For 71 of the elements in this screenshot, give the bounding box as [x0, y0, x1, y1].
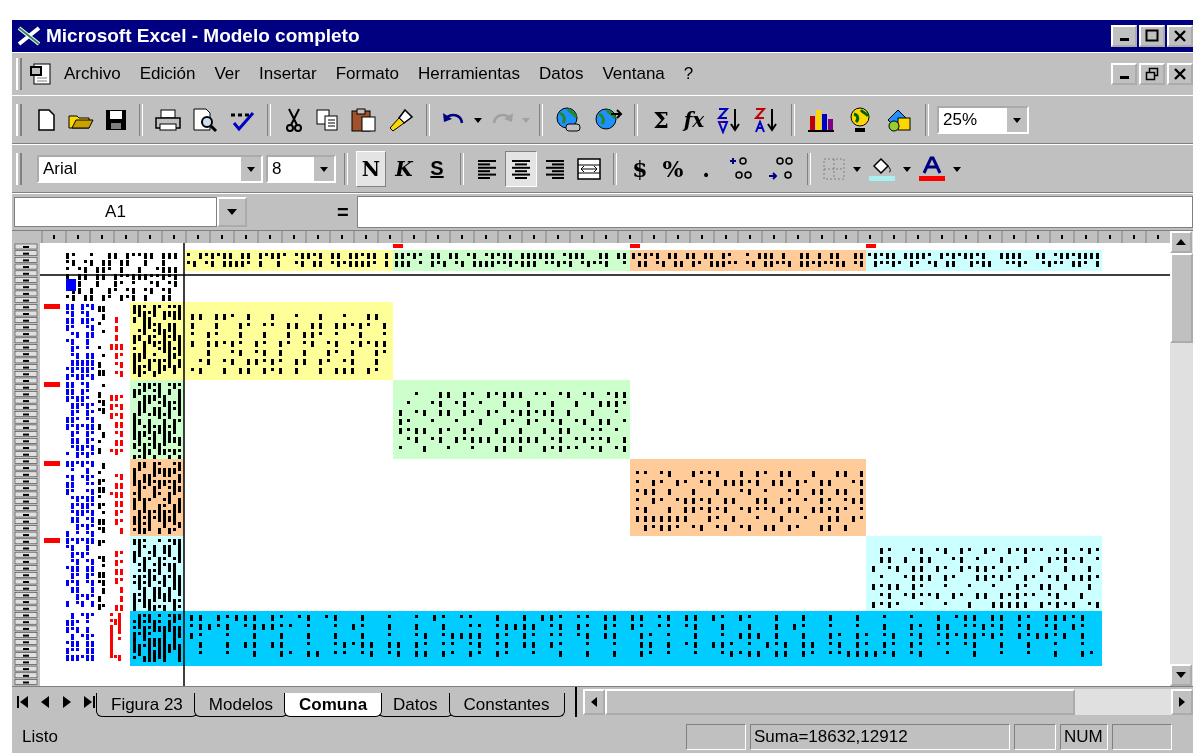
menu-item[interactable]: Insertar	[249, 64, 326, 84]
close-button[interactable]	[1167, 63, 1193, 85]
sheet-tab[interactable]: Comuna	[284, 693, 383, 717]
maximize-button[interactable]	[1139, 25, 1165, 47]
copy-icon[interactable]	[315, 107, 341, 132]
equals-button[interactable]: =	[329, 200, 357, 224]
formula-field[interactable]	[356, 196, 1193, 228]
document-icon[interactable]	[28, 62, 54, 86]
status-panel	[1014, 724, 1056, 750]
scissors-icon[interactable]	[283, 106, 305, 133]
merge-center-icon[interactable]	[576, 156, 602, 181]
sheet-tab[interactable]: Constantes	[448, 693, 565, 717]
toolbar-grip[interactable]	[16, 58, 22, 90]
minimize-icon	[1119, 76, 1129, 79]
zoom-dropdown[interactable]: 25%	[937, 105, 1029, 134]
close-button[interactable]	[1167, 25, 1193, 47]
toolbar-grip[interactable]	[16, 152, 22, 185]
printer-icon[interactable]	[154, 107, 182, 132]
name-box-dropdown[interactable]	[217, 197, 247, 227]
spreadsheet-x-icon	[16, 25, 42, 47]
status-panel	[686, 724, 746, 750]
bold-button[interactable]: N	[356, 150, 386, 187]
minimize-button[interactable]	[1111, 63, 1137, 85]
status-text: Listo	[22, 727, 59, 747]
name-box[interactable]: A1	[14, 197, 217, 227]
function-button[interactable]: fx	[679, 101, 709, 138]
menu-item[interactable]: Archivo	[54, 64, 130, 84]
menu-item[interactable]: Herramientas	[407, 64, 529, 84]
menu-item[interactable]: Ventana	[592, 64, 674, 84]
first-sheet-icon[interactable]	[15, 694, 31, 710]
italic-button[interactable]: K	[389, 150, 419, 187]
menu-item[interactable]: Datos	[528, 64, 593, 84]
font-color-icon[interactable]	[918, 155, 946, 182]
scroll-thumb[interactable]	[1170, 253, 1193, 343]
print-preview-icon[interactable]	[191, 106, 219, 133]
last-sheet-icon[interactable]	[81, 694, 97, 710]
sum-readout: Suma=18632,12912	[750, 724, 1010, 750]
toolbar-grip[interactable]	[16, 103, 22, 136]
sheet-tab[interactable]: Figura 23	[96, 693, 198, 717]
paintbrush-icon[interactable]	[387, 106, 415, 133]
status-panel	[1112, 724, 1172, 750]
restore-icon	[1145, 67, 1159, 81]
menu-item[interactable]: ?	[673, 64, 703, 84]
sort-ascending-icon[interactable]	[715, 105, 743, 134]
minimize-icon	[1119, 38, 1129, 41]
percent-button[interactable]: %	[658, 150, 688, 187]
close-icon	[1173, 67, 1187, 81]
menu-item[interactable]: Edición	[129, 64, 205, 84]
scroll-thumb[interactable]	[604, 689, 1075, 715]
vertical-scrollbar[interactable]	[1170, 231, 1193, 686]
horizontal-scrollbar[interactable]	[582, 689, 1193, 715]
close-icon	[1173, 29, 1187, 43]
window-title: Microsoft Excel - Modelo completo	[46, 25, 360, 47]
minimize-button[interactable]	[1111, 25, 1137, 47]
new-document-icon[interactable]	[35, 107, 57, 132]
decrease-decimal-icon[interactable]	[766, 155, 796, 182]
sum-button[interactable]: Σ	[646, 101, 676, 138]
paint-bucket-icon[interactable]	[868, 155, 896, 182]
sort-descending-icon[interactable]	[752, 105, 780, 134]
thousands-button[interactable]: .	[691, 150, 721, 187]
menu-item[interactable]: Formato	[325, 64, 408, 84]
restore-button[interactable]	[1139, 63, 1165, 85]
font-dropdown[interactable]: Arial	[37, 154, 263, 183]
underline-button[interactable]: S	[422, 150, 452, 187]
num-lock-indicator: NUM	[1060, 724, 1108, 750]
font-size-dropdown[interactable]: 8	[266, 154, 336, 183]
clipboard-icon[interactable]	[350, 106, 378, 133]
maximize-icon	[1145, 29, 1159, 43]
globe-link-icon[interactable]	[554, 105, 584, 134]
currency-button[interactable]: $	[625, 150, 655, 187]
menu-item[interactable]: Ver	[204, 64, 249, 84]
